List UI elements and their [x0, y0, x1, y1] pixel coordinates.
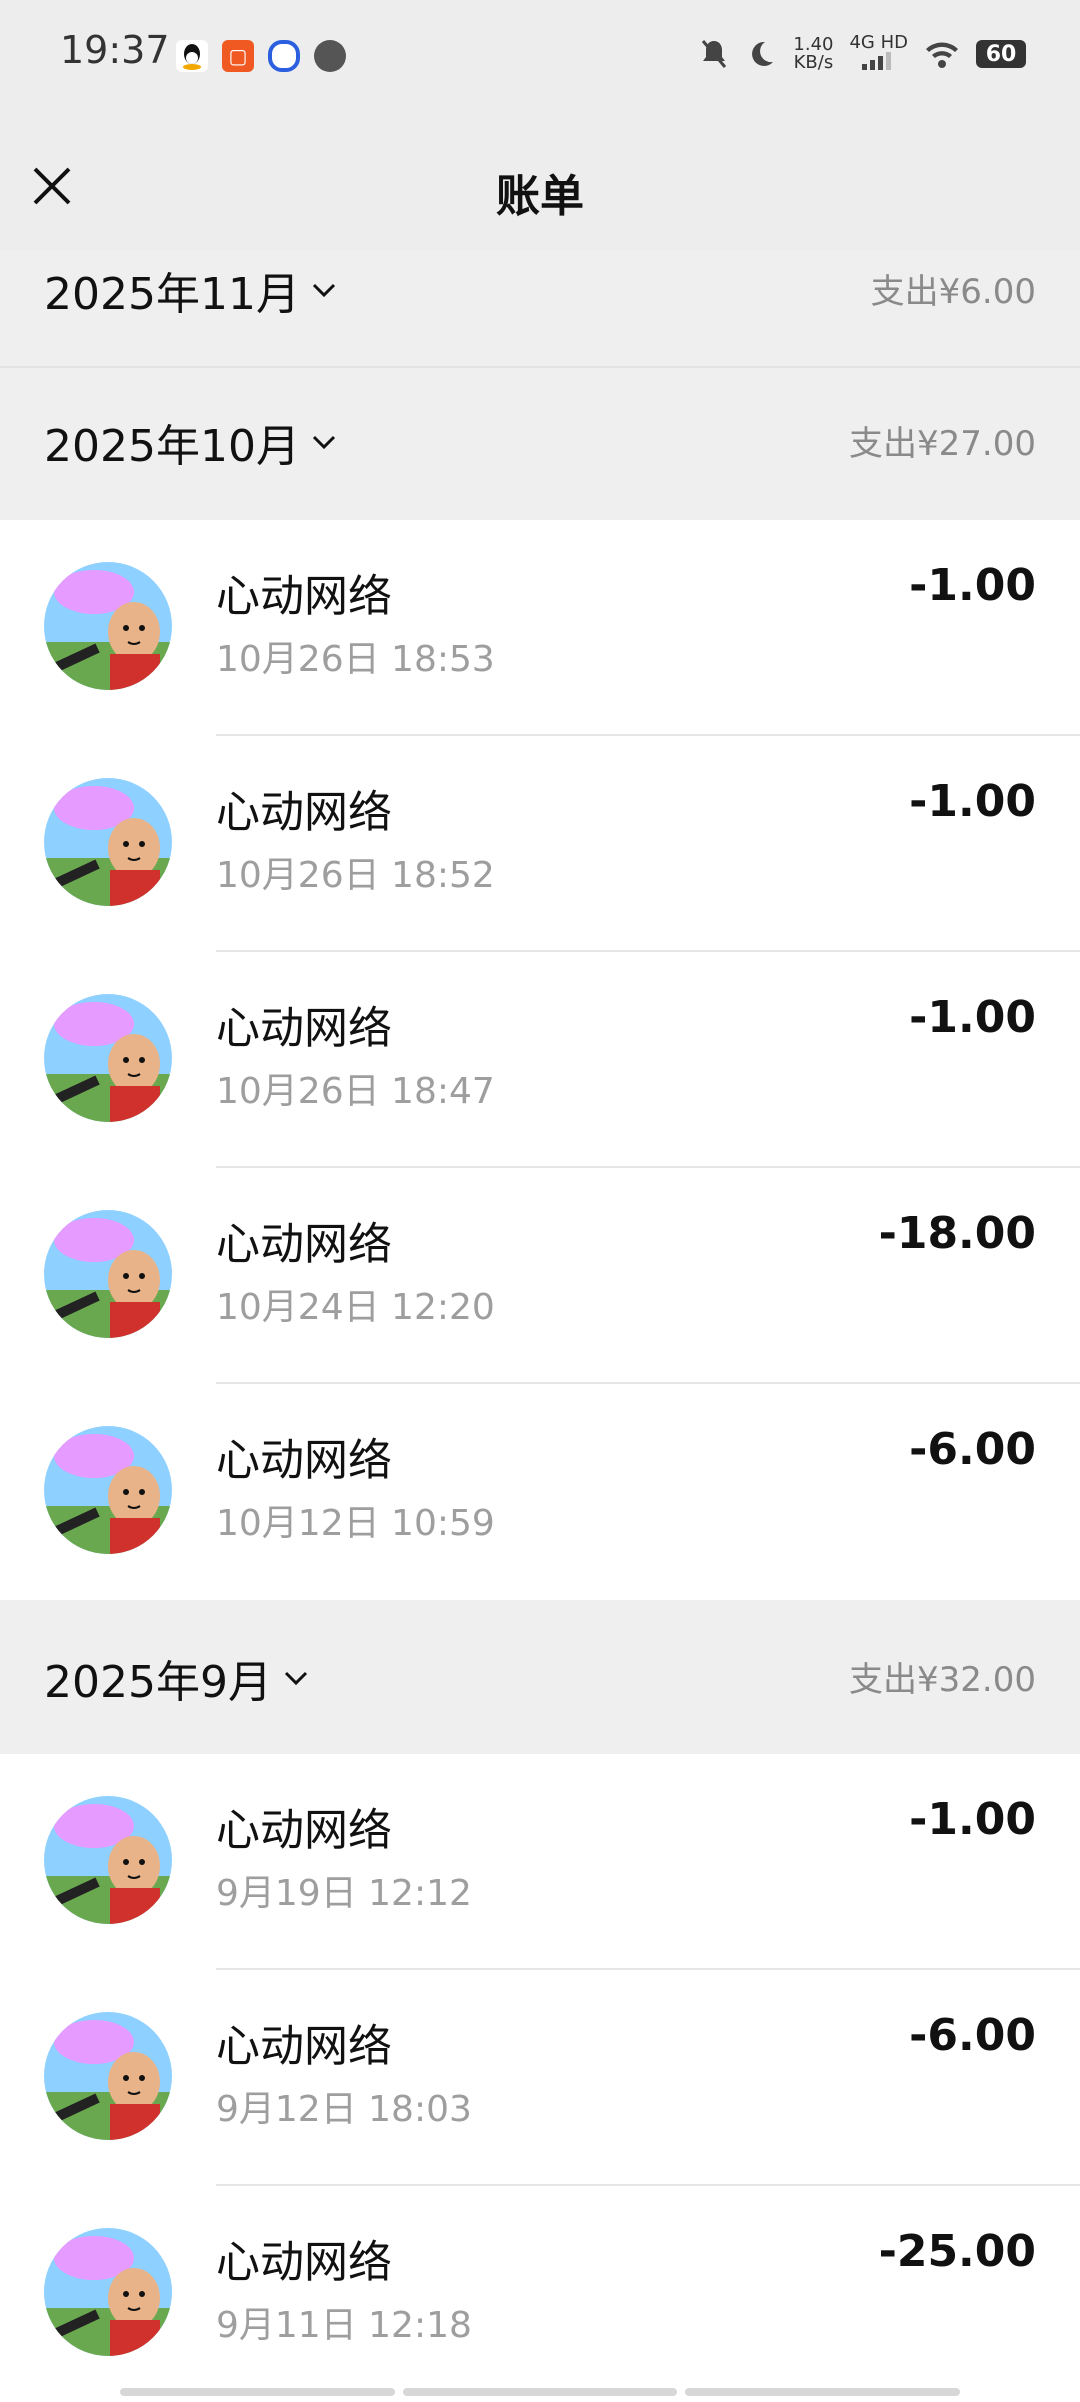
transaction-amount: -6.00 [909, 2010, 1036, 2061]
app-icon-blue [268, 40, 300, 72]
avatar [44, 562, 172, 690]
mute-icon [702, 40, 727, 68]
merchant-name: 心动网络 [216, 2237, 392, 2288]
month-section-sep[interactable]: 2025年9月 支出¥32.00 [0, 1600, 1080, 1754]
avatar [44, 2228, 172, 2356]
avatar [44, 1426, 172, 1554]
month-total: 支出¥6.00 [870, 272, 1036, 312]
transaction-date: 9月11日 12:18 [216, 2305, 472, 2346]
transaction-date: 9月12日 18:03 [216, 2089, 472, 2130]
list-item[interactable]: 心动网络 10月26日 18:47 -1.00 [0, 952, 1080, 1168]
avatar [44, 1796, 172, 1924]
list-item[interactable]: 心动网络 9月19日 12:12 -1.00 [0, 1754, 1080, 1970]
transaction-date: 9月19日 12:12 [216, 1873, 472, 1914]
transaction-date: 10月24日 12:20 [216, 1287, 495, 1328]
avatar [44, 778, 172, 906]
transaction-amount: -1.00 [909, 776, 1036, 827]
message-icon [314, 40, 346, 72]
merchant-name: 心动网络 [216, 1805, 392, 1856]
avatar [44, 1210, 172, 1338]
chevron-down-icon [312, 435, 336, 450]
gesture-bar [120, 2388, 961, 2396]
merchant-name: 心动网络 [216, 1003, 392, 1054]
merchant-name: 心动网络 [216, 1435, 392, 1486]
network-speed: 1.40 KB/s [793, 36, 833, 72]
transaction-amount: -1.00 [909, 992, 1036, 1043]
avatar [44, 2012, 172, 2140]
gesture-bar-segment [120, 2388, 395, 2396]
transaction-amount: -1.00 [909, 1794, 1036, 1845]
qq-icon [176, 40, 208, 72]
app-icon-orange: ▢ [222, 40, 254, 72]
avatar [44, 994, 172, 1122]
transaction-amount: -1.00 [909, 560, 1036, 611]
transaction-date: 10月26日 18:53 [216, 639, 495, 680]
gesture-bar-segment [685, 2388, 961, 2396]
merchant-name: 心动网络 [216, 2021, 392, 2072]
month-section-oct[interactable]: 2025年10月 支出¥27.00 [0, 368, 1080, 520]
chevron-down-icon [284, 1671, 308, 1686]
status-time: 19:37 [60, 28, 170, 72]
moon-icon [752, 41, 774, 66]
list-item[interactable]: 心动网络 10月26日 18:52 -1.00 [0, 736, 1080, 952]
status-bar: 19:37 ▢ 1.40 KB/s 4G HD 60 [0, 0, 1080, 110]
merchant-name: 心动网络 [216, 787, 392, 838]
month-section-nov[interactable]: 2025年11月 支出¥6.00 [0, 250, 1080, 368]
page-title: 账单 [496, 171, 584, 222]
transaction-date: 10月12日 10:59 [216, 1503, 495, 1544]
merchant-name: 心动网络 [216, 1219, 392, 1270]
month-selector[interactable]: 2025年11月 [44, 258, 338, 322]
month-label: 2025年9月 [44, 1657, 272, 1708]
list-item[interactable]: 心动网络 10月12日 10:59 -6.00 [0, 1384, 1080, 1600]
transaction-amount: -6.00 [909, 1424, 1036, 1475]
month-label: 2025年10月 [44, 421, 300, 472]
transaction-date: 10月26日 18:52 [216, 855, 495, 896]
transaction-date: 10月26日 18:47 [216, 1071, 495, 1112]
gesture-bar-segment [402, 2388, 678, 2396]
status-app-icons: ▢ [176, 40, 346, 72]
app-header: 账单 [0, 110, 1080, 250]
chevron-down-icon [312, 283, 336, 298]
list-item[interactable]: 心动网络 10月26日 18:53 -1.00 [0, 520, 1080, 736]
network-type-label: 4G HD [849, 32, 908, 53]
month-total: 支出¥27.00 [849, 424, 1036, 464]
wifi-icon [926, 42, 958, 68]
network-speed-unit: KB/s [793, 52, 834, 73]
month-total: 支出¥32.00 [849, 1660, 1036, 1700]
list-item[interactable]: 心动网络 10月24日 12:20 -18.00 [0, 1168, 1080, 1384]
network-type: 4G HD [849, 34, 908, 74]
transaction-amount: -25.00 [878, 2226, 1036, 2277]
month-selector[interactable]: 2025年10月 [44, 410, 338, 474]
merchant-name: 心动网络 [216, 571, 392, 622]
status-right: 1.40 KB/s 4G HD 60 [699, 34, 1026, 74]
signal-icon [861, 52, 891, 70]
battery-icon: 60 [976, 40, 1026, 68]
month-selector[interactable]: 2025年9月 [44, 1646, 310, 1710]
transaction-amount: -18.00 [878, 1208, 1036, 1259]
list-item[interactable]: 心动网络 9月12日 18:03 -6.00 [0, 1970, 1080, 2186]
month-label: 2025年11月 [44, 269, 300, 320]
list-item[interactable]: 心动网络 9月11日 12:18 -25.00 [0, 2186, 1080, 2402]
